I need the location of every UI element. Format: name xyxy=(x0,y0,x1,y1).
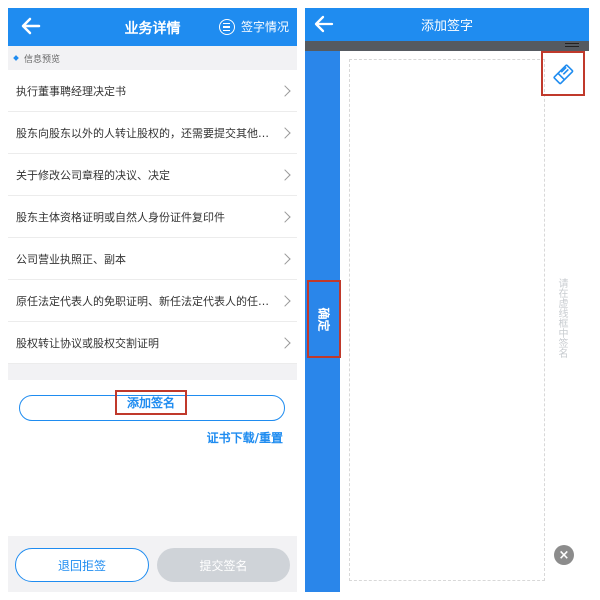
add-sign-button[interactable]: 添加签名 xyxy=(115,390,187,415)
sign-actions: 添加签名 证书下载/重置 xyxy=(8,380,297,536)
bottom-bar: 退回拒签 提交签名 xyxy=(8,540,297,592)
confirm-button[interactable]: 确定 xyxy=(307,280,341,358)
list-item[interactable]: 股权转让协议或股权交割证明 xyxy=(8,322,297,364)
document-list: 执行董事聘经理决定书 股东向股东以外的人转让股权的，还需要提交其他… 关于修改公… xyxy=(8,70,297,364)
chevron-right-icon xyxy=(279,210,291,223)
submit-sign-button[interactable]: 提交签名 xyxy=(157,548,290,582)
close-icon[interactable]: × xyxy=(554,545,574,565)
left-header: 业务详情 签字情况 xyxy=(8,8,297,46)
list-item[interactable]: 公司营业执照正、副本 xyxy=(8,238,297,280)
list-icon xyxy=(218,18,235,35)
signature-canvas[interactable] xyxy=(349,59,545,581)
cert-download-link[interactable]: 证书下载/重置 xyxy=(207,429,283,446)
toolbar-strip xyxy=(305,41,589,51)
signature-hint: 请在虚线框中签名 xyxy=(556,278,567,358)
chevron-right-icon xyxy=(279,336,291,349)
list-item[interactable]: 原任法定代表人的免职证明、新任法定代表人的任… xyxy=(8,280,297,322)
list-item[interactable]: 股东主体资格证明或自然人身份证件复印件 xyxy=(8,196,297,238)
page-title: 添加签字 xyxy=(420,19,473,34)
chevron-right-icon xyxy=(279,294,291,307)
sign-status-label: 签字情况 xyxy=(240,20,289,34)
eraser-button[interactable] xyxy=(541,51,585,96)
confirm-label: 确定 xyxy=(316,306,331,332)
list-item[interactable]: 关于修改公司章程的决议、决定 xyxy=(8,154,297,196)
reject-button[interactable]: 退回拒签 xyxy=(15,548,149,582)
list-item-label: 股权转让协议或股权交割证明 xyxy=(16,336,159,350)
chevron-right-icon xyxy=(279,252,291,265)
section-label-text: 信息预览 xyxy=(24,54,61,65)
list-item-label: 股东主体资格证明或自然人身份证件复印件 xyxy=(16,210,225,224)
business-detail-screen: 业务详情 签字情况 信息预览 执行董事聘经理决定书 股东向股东以外的人转让股权的… xyxy=(8,8,297,592)
list-item-label: 公司营业执照正、副本 xyxy=(16,252,126,266)
chevron-right-icon xyxy=(279,84,291,97)
list-item-label: 股东向股东以外的人转让股权的，还需要提交其他… xyxy=(16,126,269,140)
section-label: 信息预览 xyxy=(8,46,297,70)
right-header: 添加签字 xyxy=(305,8,589,41)
list-item-label: 执行董事聘经理决定书 xyxy=(16,84,126,98)
list-item[interactable]: 执行董事聘经理决定书 xyxy=(8,70,297,112)
sign-status-button[interactable]: 签字情况 xyxy=(218,18,289,35)
list-item[interactable]: 股东向股东以外的人转让股权的，还需要提交其他… xyxy=(8,112,297,154)
chevron-right-icon xyxy=(279,126,291,139)
add-signature-screen: 添加签字 确定 请在虚线框中签名 × xyxy=(305,8,589,592)
menu-icon[interactable] xyxy=(565,41,579,49)
chevron-right-icon xyxy=(279,168,291,181)
list-item-label: 原任法定代表人的免职证明、新任法定代表人的任… xyxy=(16,294,269,308)
eraser-icon xyxy=(553,63,574,84)
list-item-label: 关于修改公司章程的决议、决定 xyxy=(16,168,170,182)
diamond-bullet-icon xyxy=(13,55,19,61)
divider xyxy=(8,364,297,380)
